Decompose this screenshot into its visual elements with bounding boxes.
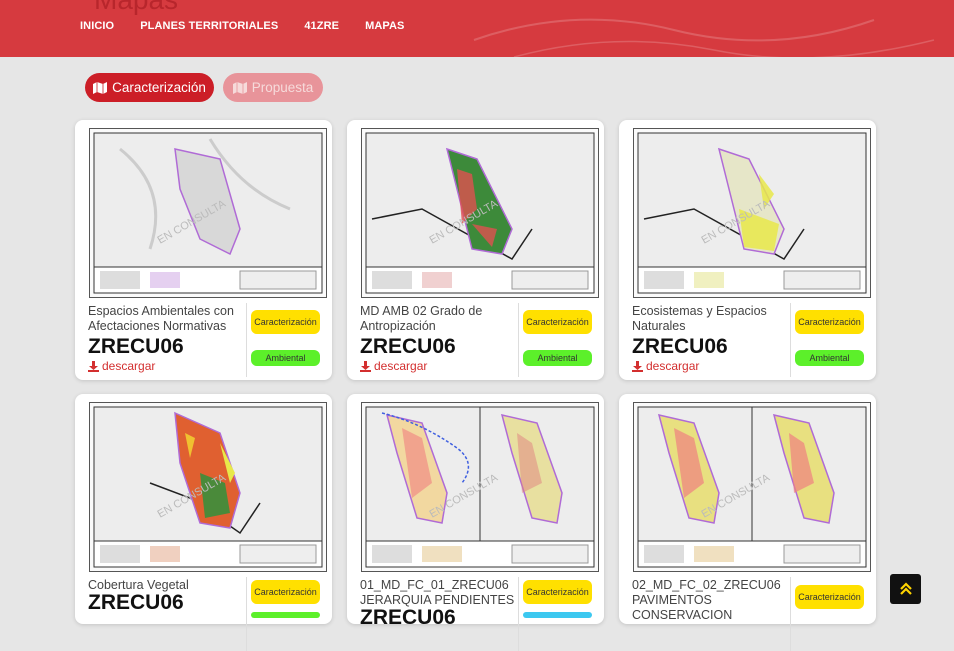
map-card: EN CONSULTA MD AMB 02 Grado de Antropiza… [347,120,604,380]
card-title: Ecosistemas y Espacios Naturales [632,304,767,333]
map-card: EN CONSULTA Ecosistemas y Espacios Natur… [619,120,876,380]
category-badge: Caracterización [523,310,592,334]
tab-caracterizacion-label: Caracterización [112,80,206,95]
tab-propuesta[interactable]: Propuesta [223,73,323,102]
map-card: EN CONSULTA 02_MD_FC_02_ZRECU06 PAVIMENT… [619,394,876,651]
map-icon [93,81,108,94]
divider [518,303,519,377]
page-title: Mapas [94,0,178,16]
download-label: descargar [646,359,700,373]
card-code: ZRECU06 [632,335,728,358]
download-icon [632,360,643,372]
divider [246,577,247,651]
category-badge: Caracterización [251,580,320,604]
card-code: ZRECU06 [360,335,456,358]
main-nav: INICIO PLANES TERRITORIALES 41ZRE MAPAS [80,20,430,32]
header-decoration [473,18,935,57]
map-thumbnail[interactable]: EN CONSULTA [361,128,599,298]
divider [790,303,791,377]
category-badge: Caracterización [795,310,864,334]
download-icon [88,360,99,372]
download-link[interactable]: descargar [632,359,699,373]
theme-badge: Ambiental [795,350,864,366]
top-header: Mapas INICIO PLANES TERRITORIALES 41ZRE … [0,0,954,57]
card-title: 01_MD_FC_01_ZRECU06 JERARQUIA PENDIENTES [360,578,515,607]
double-chevron-up-icon [899,582,912,595]
theme-badge [523,612,592,618]
map-thumbnail[interactable]: EN CONSULTA [633,402,871,572]
divider [518,577,519,651]
map-card: EN CONSULTA 01_MD_FC_01_ZRECU06 JERARQUI… [347,394,604,651]
nav-41zre[interactable]: 41ZRE [304,20,339,32]
card-code: ZRECU06 [88,335,184,358]
map-card: EN CONSULTA Espacios Ambientales con Afe… [75,120,332,380]
nav-inicio[interactable]: INICIO [80,20,114,32]
card-title: MD AMB 02 Grado de Antropización [360,304,483,333]
map-thumbnail[interactable]: EN CONSULTA [89,128,327,298]
card-code: ZRECU06 [88,591,184,614]
category-badge: Caracterización [795,585,864,609]
scroll-to-top-button[interactable] [890,574,921,604]
card-title: 02_MD_FC_02_ZRECU06 PAVIMENTOS CONSERVAC… [632,578,781,622]
theme-badge: Ambiental [251,350,320,366]
tab-caracterizacion[interactable]: Caracterización [85,73,214,102]
theme-badge [251,612,320,618]
card-title: Espacios Ambientales con Afectaciones No… [88,304,234,333]
map-thumbnail[interactable]: EN CONSULTA [361,402,599,572]
download-link[interactable]: descargar [88,359,155,373]
category-badge: Caracterización [251,310,320,334]
download-label: descargar [374,359,428,373]
divider [790,577,791,651]
nav-mapas[interactable]: MAPAS [365,20,404,32]
map-card: EN CONSULTA Cobertura Vegetal ZRECU06 Ca… [75,394,332,651]
theme-badge: Ambiental [523,350,592,366]
download-link[interactable]: descargar [360,359,427,373]
tab-propuesta-label: Propuesta [251,80,314,95]
download-label: descargar [102,359,156,373]
category-badge: Caracterización [523,580,592,604]
download-icon [360,360,371,372]
map-thumbnail[interactable]: EN CONSULTA [633,128,871,298]
nav-planes-territoriales[interactable]: PLANES TERRITORIALES [140,20,278,32]
divider [246,303,247,377]
map-thumbnail[interactable]: EN CONSULTA [89,402,327,572]
map-icon [232,81,247,94]
card-code: ZRECU06 [360,606,456,629]
